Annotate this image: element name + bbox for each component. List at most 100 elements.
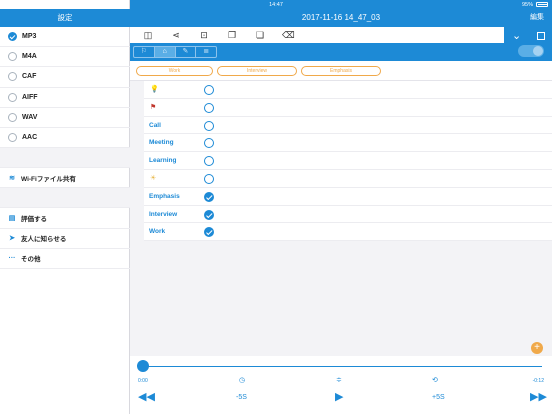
selected-tags-bar: Work Interview Emphasis: [130, 61, 552, 81]
format-option-m4a[interactable]: M4A: [0, 47, 130, 68]
wifi-sharing-label: Wi-Fiファイル共有: [21, 175, 76, 183]
duplicate-icon[interactable]: ❏: [254, 29, 266, 41]
mode-toggle[interactable]: [518, 45, 544, 57]
format-label: AAC: [22, 134, 38, 142]
repeat-icon[interactable]: ⟲: [432, 376, 438, 384]
share-icon[interactable]: ⋖: [170, 29, 182, 41]
rate-label: 評価する: [21, 215, 47, 223]
radio-icon: [8, 52, 17, 62]
back-5s-button[interactable]: -5S: [236, 394, 247, 401]
format-option-wav[interactable]: WAV: [0, 108, 130, 128]
format-label: MP3: [22, 33, 37, 41]
recording-header: 2017-11-16 14_47_03 編集: [130, 9, 552, 27]
list-item[interactable]: Call: [144, 117, 552, 135]
section-gap: [0, 148, 130, 169]
item-label: Interview: [149, 210, 178, 218]
list-item[interactable]: 💡: [144, 81, 552, 99]
checked-icon[interactable]: [204, 227, 214, 238]
format-option-aac[interactable]: AAC: [0, 128, 130, 149]
list-item[interactable]: Interview: [144, 206, 552, 224]
list-item[interactable]: Learning: [144, 152, 552, 170]
mode-bar: ⚐ ⌂ ✎ ≣: [130, 43, 504, 61]
item-label: Call: [149, 121, 161, 129]
settings-sidebar: 設定 MP3 M4A CAF AIFF WAV AAC ≋ Wi-Fiファイル共有…: [0, 0, 130, 414]
playback-scrubber[interactable]: [137, 360, 149, 372]
item-label: Work: [149, 228, 166, 236]
timer-icon[interactable]: ◷: [239, 376, 245, 384]
unchecked-icon[interactable]: [204, 138, 214, 149]
checked-icon[interactable]: [204, 209, 214, 220]
list-item[interactable]: ☀: [144, 170, 552, 188]
audio-player: 0:00 -0:12 ◷ ≑ ⟲ ◀◀ -5S ▶ +5S ▶▶: [130, 356, 552, 414]
fast-forward-icon[interactable]: ▶▶: [530, 390, 547, 403]
list-item[interactable]: ⚑: [144, 99, 552, 117]
toolbar: ◫ ⋖ ⊡ ❐ ❏ ⌫: [130, 27, 552, 43]
tag-pill[interactable]: Work: [136, 66, 213, 76]
unchecked-icon[interactable]: [204, 120, 214, 131]
tell-friends-label: 友人に知らせる: [21, 236, 67, 244]
rewind-icon[interactable]: ◀◀: [138, 390, 155, 403]
format-label: CAF: [22, 73, 37, 81]
playback-track[interactable]: [140, 366, 542, 367]
split-view-icon[interactable]: ◫: [142, 29, 154, 41]
forward-5s-button[interactable]: +5S: [432, 394, 445, 401]
radio-icon: [8, 72, 17, 82]
unchecked-icon[interactable]: [204, 173, 214, 184]
section-gap: [0, 188, 130, 209]
rate-icon: ▤: [8, 214, 16, 222]
pen-mode-icon[interactable]: ✎: [176, 47, 197, 57]
format-label: AIFF: [22, 93, 38, 101]
unchecked-icon[interactable]: [204, 156, 214, 167]
unchecked-icon[interactable]: [204, 85, 214, 95]
tag-pill[interactable]: Interview: [217, 66, 297, 76]
trim-icon[interactable]: ⊡: [198, 29, 210, 41]
radio-selected-icon: [8, 32, 17, 42]
send-icon: ➤: [9, 235, 15, 243]
recording-title: 2017-11-16 14_47_03: [301, 13, 381, 22]
mode-segmented-control: ⚐ ⌂ ✎ ≣: [133, 46, 217, 58]
item-label: Emphasis: [149, 192, 180, 200]
elapsed-time: 0:00: [138, 378, 148, 384]
other-item[interactable]: ··· その他: [0, 249, 130, 269]
list-mode-icon[interactable]: ≣: [196, 47, 216, 57]
radio-icon: [8, 112, 17, 122]
sun-icon: ☀: [150, 174, 157, 182]
flag-icon: ⚑: [150, 103, 157, 111]
list-item[interactable]: Emphasis: [144, 188, 552, 206]
more-icon: ···: [8, 254, 16, 262]
fullscreen-icon[interactable]: [537, 32, 545, 40]
main-panel: 2017-11-16 14_47_03 編集 ◫ ⋖ ⊡ ❐ ❏ ⌫ ⚐ ⌂ ✎…: [130, 0, 552, 414]
tag-mode-icon[interactable]: ⌂: [154, 47, 176, 57]
chevron-down-icon[interactable]: ⌄: [512, 29, 521, 42]
wifi-icon: ≋: [9, 174, 15, 182]
copy-icon[interactable]: ❐: [226, 29, 238, 41]
format-label: WAV: [22, 113, 38, 121]
remaining-time: -0:12: [532, 378, 544, 384]
flag-mode-icon[interactable]: ⚐: [134, 47, 155, 57]
header-controls: ⌄: [504, 27, 552, 61]
lightbulb-icon: 💡: [150, 86, 159, 93]
tag-pill[interactable]: Emphasis: [301, 66, 381, 76]
list-item[interactable]: Work: [144, 223, 552, 242]
wifi-sharing-item[interactable]: ≋ Wi-Fiファイル共有: [0, 168, 130, 189]
item-label: Learning: [149, 157, 177, 165]
format-option-caf[interactable]: CAF: [0, 67, 130, 88]
tell-friends-item[interactable]: ➤ 友人に知らせる: [0, 229, 130, 249]
play-icon[interactable]: ▶: [335, 390, 343, 403]
checked-icon[interactable]: [204, 191, 214, 202]
radio-icon: [8, 92, 17, 102]
format-option-mp3[interactable]: MP3: [0, 27, 130, 48]
equalizer-icon[interactable]: ≑: [336, 376, 342, 384]
format-option-aiff[interactable]: AIFF: [0, 88, 130, 108]
list-item[interactable]: Meeting: [144, 134, 552, 153]
unchecked-icon[interactable]: [204, 102, 214, 113]
item-label: Meeting: [149, 139, 174, 147]
format-list: MP3 M4A CAF AIFF WAV AAC ≋ Wi-Fiファイル共有 ▤ 評…: [0, 27, 130, 269]
edit-button[interactable]: 編集: [530, 9, 544, 27]
other-label: その他: [21, 256, 41, 264]
tag-list: 💡 ⚑ Call Meeting Learning ☀ Emphasis Int…: [144, 81, 552, 242]
add-tag-button[interactable]: +: [531, 342, 543, 354]
trash-icon[interactable]: ⌫: [282, 29, 295, 41]
sidebar-title: 設定: [0, 9, 130, 27]
rate-item[interactable]: ▤ 評価する: [0, 208, 130, 229]
